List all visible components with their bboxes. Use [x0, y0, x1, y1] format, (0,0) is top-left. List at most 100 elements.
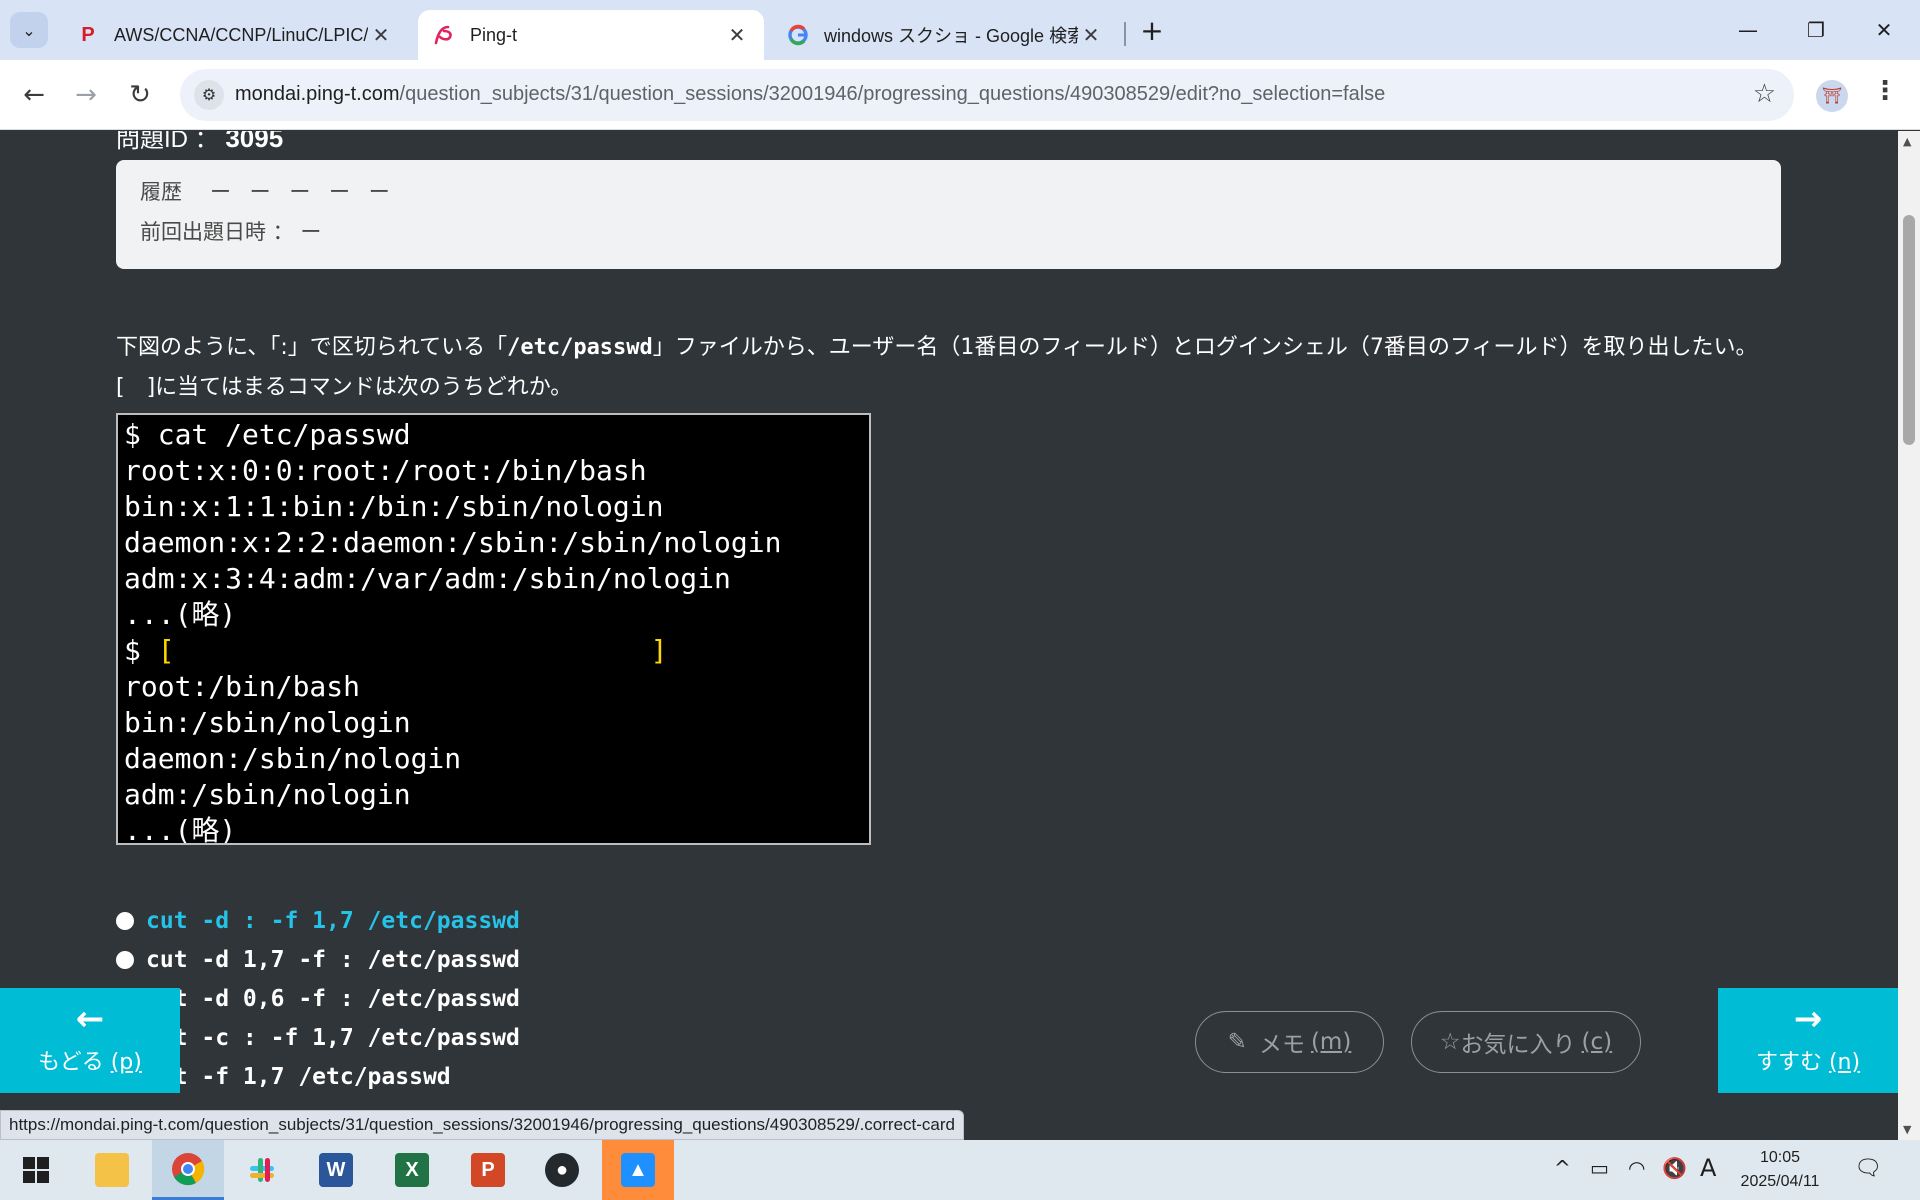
terminal-line: daemon:/sbin/nologin: [124, 742, 462, 775]
new-tab-button[interactable]: +: [1134, 14, 1170, 50]
terminal-line: daemon:x:2:2:daemon:/sbin:/sbin/nologin: [124, 526, 782, 559]
close-icon[interactable]: ✕: [724, 23, 750, 48]
close-icon[interactable]: ✕: [368, 23, 394, 48]
terminal-line: adm:/sbin/nologin: [124, 778, 411, 811]
terminal-line: bin:/sbin/nologin: [124, 706, 411, 739]
memo-label: メモ: [1258, 1032, 1305, 1058]
choice-text: cut -d 1,7 -f : /etc/passwd: [146, 946, 520, 973]
wifi-icon[interactable]: ◠: [1628, 1156, 1645, 1180]
pencil-icon: ✎: [1227, 1029, 1247, 1055]
radio-button[interactable]: [116, 950, 134, 969]
terminal-line: root:/bin/bash: [124, 670, 361, 703]
terminal-line: root:x:0:0:root:/root:/bin/bash: [124, 454, 647, 487]
minimize-button[interactable]: —: [1718, 8, 1778, 52]
terminal-image: $ cat /etc/passwd root:x:0:0:root:/root:…: [116, 413, 871, 845]
question-text: 下図のように、「:」で区切られている「/etc/passwd」ファイルから、ユー…: [116, 328, 1796, 408]
terminal-line: adm:x:3:4:adm:/var/adm:/sbin/nologin: [124, 562, 731, 595]
tab-ping-t[interactable]: Ping-t ✕: [418, 10, 764, 60]
memo-button[interactable]: ✎ メモ (m): [1195, 1011, 1384, 1073]
powerpoint-icon[interactable]: P: [452, 1140, 524, 1200]
question-code: /etc/passwd: [507, 335, 653, 360]
choice-text: cut -d 0,6 -f : /etc/passwd: [146, 985, 520, 1012]
slack-icon[interactable]: [226, 1140, 298, 1200]
arrow-left-icon: ←: [75, 999, 105, 1039]
choice-2[interactable]: cut -d 1,7 -f : /etc/passwd: [116, 940, 520, 979]
url-host: mondai.ping-t.com: [235, 83, 400, 105]
restore-button[interactable]: ❐: [1786, 8, 1846, 52]
clock-date: 2025/04/11: [1740, 1173, 1820, 1190]
url-text[interactable]: mondai.ping-t.com/question_subjects/31/q…: [235, 83, 1385, 106]
prompt: $: [124, 634, 158, 667]
tab-title: windows スクショ - Google 検索: [824, 26, 1078, 46]
favorite-key: (c): [1581, 1029, 1613, 1055]
blank-open-bracket: [: [157, 634, 175, 667]
choice-1[interactable]: cut -d : -f 1,7 /etc/passwd: [116, 901, 520, 940]
scroll-up-icon[interactable]: ▲: [1903, 135, 1911, 148]
scroll-down-icon[interactable]: ▼: [1903, 1123, 1911, 1136]
back-label: もどる: [38, 1050, 104, 1075]
speaker-mute-icon[interactable]: 🔇: [1662, 1156, 1687, 1180]
browser-toolbar: ← → ↻ ⚙ mondai.ping-t.com/question_subje…: [0, 60, 1920, 130]
blank-close-bracket: ]: [650, 634, 668, 667]
next-label: すすむ: [1755, 1050, 1822, 1075]
bookmark-star-icon[interactable]: ☆: [1753, 79, 1776, 109]
favorite-button[interactable]: ☆ お気に入り (c): [1411, 1011, 1641, 1073]
forward-arrow-icon[interactable]: →: [64, 73, 108, 117]
close-icon[interactable]: ✕: [1078, 23, 1104, 48]
profile-avatar-icon[interactable]: ⛩: [1816, 80, 1848, 112]
next-key: (n): [1828, 1050, 1861, 1075]
vertical-scrollbar[interactable]: ▲ ▼: [1898, 131, 1920, 1140]
file-explorer-icon[interactable]: [76, 1140, 148, 1200]
back-button[interactable]: ← もどる (p): [0, 988, 180, 1093]
status-bubble-url: https://mondai.ping-t.com/question_subje…: [0, 1110, 964, 1140]
choice-text: cut -f 1,7 /etc/passwd: [146, 1063, 451, 1090]
notification-icon[interactable]: 🗨: [1854, 1156, 1882, 1181]
github-icon[interactable]: ●: [526, 1140, 598, 1200]
tab-search-button[interactable]: ⌄: [10, 12, 48, 48]
choice-text: cut -d : -f 1,7 /etc/passwd: [146, 907, 520, 934]
arrow-right-icon: →: [1793, 999, 1823, 1039]
close-window-button[interactable]: ✕: [1854, 8, 1914, 52]
tab-title: AWS/CCNA/CCNP/LinuC/LPIC/: [114, 24, 368, 45]
back-arrow-icon[interactable]: ←: [12, 73, 56, 117]
history-label: 履歴: [140, 180, 182, 204]
next-button[interactable]: → すすむ (n): [1718, 988, 1898, 1093]
tab-strip: ⌄ P AWS/CCNA/CCNP/LinuC/LPIC/ ✕ Ping-t ✕…: [0, 0, 1920, 60]
battery-icon[interactable]: ▭: [1590, 1156, 1609, 1180]
url-path: /question_subjects/31/question_sessions/…: [399, 83, 1386, 105]
tab-aws-ccna[interactable]: P AWS/CCNA/CCNP/LinuC/LPIC/ ✕: [62, 10, 408, 60]
terminal-blank-line: $ []: [124, 633, 869, 669]
address-bar[interactable]: ⚙ mondai.ping-t.com/question_subjects/31…: [180, 69, 1794, 121]
back-key: (p): [110, 1050, 142, 1075]
word-icon[interactable]: W: [300, 1140, 372, 1200]
tab-google-search[interactable]: windows スクショ - Google 検索 ✕: [772, 10, 1118, 60]
ping-t-icon: [432, 23, 456, 47]
scrollbar-thumb[interactable]: [1903, 215, 1915, 445]
chrome-icon[interactable]: [152, 1140, 224, 1200]
windows-start-icon[interactable]: [0, 1140, 72, 1200]
reload-icon[interactable]: ↻: [118, 73, 162, 117]
ping-t-p-icon: P: [81, 23, 95, 46]
star-icon: ☆: [1439, 1029, 1461, 1055]
excel-icon[interactable]: X: [376, 1140, 448, 1200]
ime-indicator[interactable]: A: [1700, 1154, 1716, 1182]
choice-text: cut -c : -f 1,7 /etc/passwd: [146, 1024, 520, 1051]
chevron-down-icon: ⌄: [22, 20, 36, 40]
tab-title: Ping-t: [470, 24, 518, 45]
page-content: 問題ID ： 3095 履歴 ー ー ー ー ー 前回出題日時 ： ー 下図のよう…: [0, 131, 1898, 1140]
last-date: 前回出題日時 ： ー: [140, 220, 322, 244]
radio-button[interactable]: [116, 911, 134, 930]
windows-taskbar: W X P ● ▲ ^ ▭ ◠ 🔇 A 10:05 2025/04/11 🗨: [0, 1140, 1920, 1200]
photos-icon[interactable]: ▲: [602, 1140, 674, 1200]
question-id: 問題ID ： 3095: [116, 131, 283, 154]
question-id-label: 問題ID ：: [116, 131, 226, 153]
site-info-icon[interactable]: ⚙: [194, 80, 224, 110]
history-marks: ー ー ー ー ー: [210, 180, 396, 204]
history-card: 履歴 ー ー ー ー ー 前回出題日時 ： ー: [116, 160, 1781, 269]
chevron-up-icon[interactable]: ^: [1554, 1156, 1571, 1180]
question-part1: 下図のように、「:」で区切られている「: [116, 335, 508, 360]
clock[interactable]: 10:05 2025/04/11: [1734, 1146, 1826, 1194]
question-id-value: 3095: [225, 131, 284, 153]
menu-kebab-icon[interactable]: ⋮: [1872, 76, 1898, 106]
terminal-line: ...(略): [124, 598, 237, 631]
